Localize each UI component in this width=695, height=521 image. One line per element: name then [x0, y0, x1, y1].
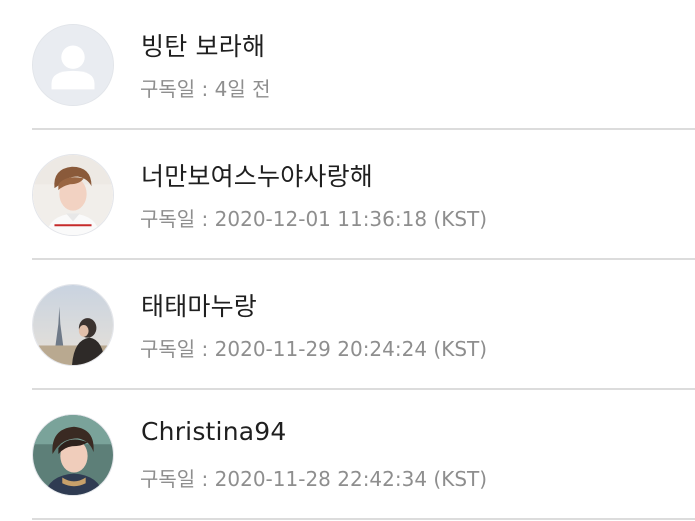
subscriber-name[interactable]: 태태마누랑 — [141, 287, 257, 323]
date-value: 2020-11-28 22:42:34 (KST) — [214, 467, 488, 491]
date-label: 구독일 — [140, 337, 196, 361]
subscription-date: 구독일 : 2020-11-29 20:24:24 (KST) — [140, 333, 487, 362]
subscriber-list: 빙탄 보라해 구독일 : 4일 전 너만보여스누야사랑해 구독일 : 2020-… — [0, 0, 695, 521]
list-item[interactable]: 태태마누랑 구독일 : 2020-11-29 20:24:24 (KST) — [0, 260, 695, 390]
date-separator: : — [195, 77, 215, 101]
profile-photo — [33, 415, 113, 495]
divider — [32, 518, 695, 520]
avatar[interactable] — [32, 284, 114, 366]
subscriber-name[interactable]: 빙탄 보라해 — [141, 27, 265, 63]
date-label: 구독일 — [140, 77, 196, 101]
default-user-icon — [33, 25, 113, 105]
subscriber-name[interactable]: 너만보여스누야사랑해 — [141, 157, 373, 193]
profile-photo — [33, 155, 113, 235]
subscriber-name[interactable]: Christina94 — [141, 417, 286, 446]
date-value: 2020-11-29 20:24:24 (KST) — [214, 337, 488, 361]
date-value: 2020-12-01 11:36:18 (KST) — [214, 207, 488, 231]
subscription-date: 구독일 : 2020-11-28 22:42:34 (KST) — [140, 463, 487, 492]
avatar[interactable] — [32, 154, 114, 236]
avatar[interactable] — [32, 414, 114, 496]
list-item[interactable]: Christina94 구독일 : 2020-11-28 22:42:34 (K… — [0, 390, 695, 520]
date-label: 구독일 — [140, 207, 196, 231]
date-value: 4일 전 — [214, 77, 271, 101]
date-separator: : — [195, 207, 215, 231]
profile-photo — [33, 285, 113, 365]
date-separator: : — [195, 467, 215, 491]
list-item[interactable]: 빙탄 보라해 구독일 : 4일 전 — [0, 0, 695, 130]
date-label: 구독일 — [140, 467, 196, 491]
avatar[interactable] — [32, 24, 114, 106]
subscription-date: 구독일 : 4일 전 — [140, 73, 271, 102]
date-separator: : — [195, 337, 215, 361]
list-item[interactable]: 너만보여스누야사랑해 구독일 : 2020-12-01 11:36:18 (KS… — [0, 130, 695, 260]
subscription-date: 구독일 : 2020-12-01 11:36:18 (KST) — [140, 203, 487, 232]
